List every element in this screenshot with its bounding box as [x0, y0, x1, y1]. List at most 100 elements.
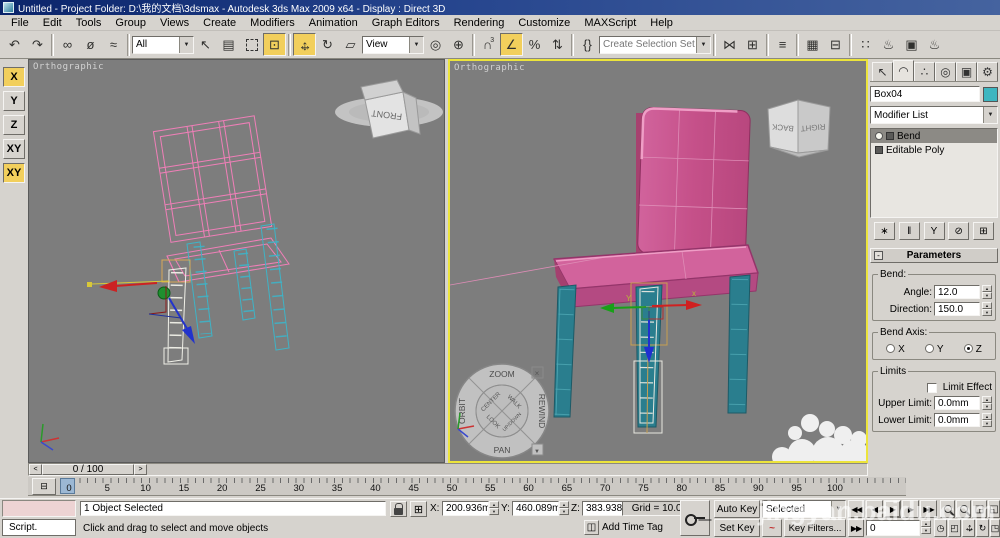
- snaps-toggle-icon[interactable]: ∩ 3: [477, 33, 500, 56]
- chevron-down-icon[interactable]: ▼: [696, 36, 710, 53]
- absolute-mode-transform-toggle[interactable]: ⊞: [410, 501, 427, 517]
- show-end-result-icon[interactable]: ‖: [898, 222, 920, 240]
- time-slider-handle[interactable]: 0 / 100: [42, 464, 134, 475]
- menu-help[interactable]: Help: [643, 17, 680, 29]
- reference-coordinate-system-dropdown[interactable]: View ▼: [362, 35, 424, 54]
- lower-limit-spinner[interactable]: ▲ ▼: [982, 413, 992, 427]
- angle-snap-toggle-icon[interactable]: ∠: [500, 33, 523, 56]
- previous-frame-arrow[interactable]: <: [29, 464, 42, 475]
- current-frame-field[interactable]: 0: [866, 520, 920, 536]
- modifier-list-dropdown[interactable]: Modifier List ▼: [870, 106, 998, 124]
- zoom-region-icon[interactable]: ◰: [948, 519, 961, 537]
- open-mini-curve-editor-button[interactable]: ⊟: [32, 478, 56, 495]
- object-color-swatch[interactable]: [983, 86, 998, 102]
- layer-manager-icon[interactable]: ≡: [771, 33, 794, 56]
- select-by-name-icon[interactable]: ▤: [217, 33, 240, 56]
- menu-group[interactable]: Group: [108, 17, 153, 29]
- wheel-close-icon[interactable]: ×: [531, 366, 544, 379]
- menu-customize[interactable]: Customize: [511, 17, 577, 29]
- lower-limit-field[interactable]: 0.0mm: [934, 413, 980, 427]
- pin-stack-icon[interactable]: ∗: [874, 222, 895, 240]
- restrict-to-xy-plane-button[interactable]: XY: [3, 139, 25, 159]
- curve-editor-icon[interactable]: ▦: [801, 33, 824, 56]
- direction-field[interactable]: 150.0: [934, 302, 980, 316]
- viewport-right-active[interactable]: Orthographic BACK RIGHT Y x ZOOM REWIND …: [448, 59, 868, 463]
- select-and-move-icon[interactable]: [293, 33, 316, 56]
- menu-maxscript[interactable]: MAXScript: [577, 17, 643, 29]
- unlink-selection-icon[interactable]: ø: [79, 33, 102, 56]
- time-tag-cube-icon[interactable]: ◫: [584, 520, 599, 535]
- menu-tools[interactable]: Tools: [69, 17, 109, 29]
- chair-shaded[interactable]: [450, 106, 759, 308]
- chevron-down-icon[interactable]: ▼: [983, 107, 997, 123]
- move-gizmo[interactable]: [87, 280, 195, 344]
- menu-modifiers[interactable]: Modifiers: [243, 17, 302, 29]
- key-filters-button[interactable]: Key Filters...: [784, 519, 846, 537]
- selection-set-dropdown[interactable]: Selected ▼: [762, 500, 846, 518]
- redo-icon[interactable]: ↷: [26, 33, 49, 56]
- maximize-viewport-toggle-icon[interactable]: ◳: [990, 519, 1000, 537]
- steering-wheel[interactable]: ZOOM REWIND PAN ORBIT CENTER WALK LOOK U…: [454, 363, 550, 459]
- menu-create[interactable]: Create: [196, 17, 243, 29]
- spinner-snap-toggle-icon[interactable]: ⇅: [546, 33, 569, 56]
- bind-to-space-warp-icon[interactable]: ≈: [102, 33, 125, 56]
- hierarchy-tab-icon[interactable]: ∴: [914, 62, 935, 81]
- restrict-to-y-button[interactable]: Y: [3, 91, 25, 111]
- time-configuration-icon[interactable]: ◷: [934, 519, 947, 537]
- restrict-to-x-button[interactable]: X: [3, 67, 25, 87]
- select-and-rotate-icon[interactable]: ↻: [316, 33, 339, 56]
- modifier-stack-item-bend[interactable]: Bend: [871, 129, 997, 143]
- time-slider[interactable]: < 0 / 100 >: [28, 463, 868, 476]
- go-to-end-button[interactable]: ▶▶: [920, 500, 937, 518]
- configure-modifier-sets-icon[interactable]: ⊞: [973, 222, 994, 240]
- window-crossing-toggle-icon[interactable]: ⊡: [263, 33, 286, 56]
- previous-frame-button[interactable]: ◀: [866, 500, 883, 518]
- select-object-icon[interactable]: ↖: [194, 33, 217, 56]
- rectangular-selection-region-icon[interactable]: [240, 33, 263, 56]
- next-frame-button[interactable]: ▶: [902, 500, 919, 518]
- chevron-down-icon[interactable]: ▼: [179, 36, 193, 53]
- menu-edit[interactable]: Edit: [36, 17, 69, 29]
- auto-key-button[interactable]: Auto Key: [714, 500, 760, 518]
- limit-effect-checkbox[interactable]: [926, 382, 937, 393]
- edit-named-selection-sets-icon[interactable]: {}: [576, 33, 599, 56]
- restrict-to-plane-flyout-button[interactable]: XY: [3, 163, 25, 183]
- frame-spinner[interactable]: ▲ ▼: [921, 520, 931, 534]
- viewport-left[interactable]: Orthographic FRONT: [28, 59, 445, 463]
- modify-tab-icon[interactable]: ◠: [893, 60, 914, 81]
- chevron-down-icon[interactable]: ▼: [409, 36, 423, 53]
- viewcube[interactable]: FRONT: [335, 79, 443, 139]
- wheel-menu-icon[interactable]: ▼: [531, 443, 544, 456]
- viewport-label[interactable]: Orthographic: [33, 62, 104, 72]
- go-to-start-button[interactable]: ◀◀: [848, 500, 865, 518]
- timeline-ruler[interactable]: 0 5 10 15 20 25 30 35 40 45 50 55 60 65 70 75 80 85 90 95 10…: [28, 477, 906, 496]
- select-and-link-icon[interactable]: ∞: [56, 33, 79, 56]
- chair-wireframe[interactable]: [152, 115, 290, 283]
- undo-icon[interactable]: ↶: [3, 33, 26, 56]
- select-and-scale-icon[interactable]: ▱: [339, 33, 362, 56]
- menu-views[interactable]: Views: [153, 17, 196, 29]
- title-bar[interactable]: Untitled - Project Folder: D:\我的文档\3dsma…: [0, 0, 1000, 15]
- axis-z-radio[interactable]: Z: [963, 344, 982, 355]
- chair-legs-wireframe[interactable]: [186, 223, 290, 351]
- x-coord-spinner[interactable]: ▲ ▼: [489, 501, 499, 515]
- render-production-icon[interactable]: ♨: [923, 33, 946, 56]
- maxscript-script-field[interactable]: Script.: [2, 519, 76, 536]
- pan-icon[interactable]: [962, 519, 975, 537]
- selection-filter-dropdown[interactable]: All ▼: [132, 35, 194, 54]
- viewport-label[interactable]: Orthographic: [454, 63, 525, 73]
- create-tab-icon[interactable]: ↖: [872, 62, 893, 81]
- upper-limit-field[interactable]: 0.0mm: [934, 396, 980, 410]
- angle-spinner[interactable]: ▲ ▼: [982, 285, 992, 299]
- x-coord-field[interactable]: 200.936mm: [442, 501, 489, 516]
- selection-lock-toggle[interactable]: [390, 501, 407, 517]
- play-animation-button[interactable]: ▶: [884, 500, 901, 518]
- chevron-down-icon[interactable]: ▼: [831, 501, 845, 517]
- render-setup-icon[interactable]: ♨: [877, 33, 900, 56]
- new-key-default-in-out-tangents-icon[interactable]: ~: [762, 519, 782, 537]
- menu-graph-editors[interactable]: Graph Editors: [365, 17, 447, 29]
- y-coord-spinner[interactable]: ▲ ▼: [559, 501, 569, 515]
- axis-y-radio[interactable]: Y: [924, 344, 944, 355]
- maxscript-mini-listener[interactable]: [2, 500, 76, 517]
- utilities-tab-icon[interactable]: ⚙: [977, 62, 998, 81]
